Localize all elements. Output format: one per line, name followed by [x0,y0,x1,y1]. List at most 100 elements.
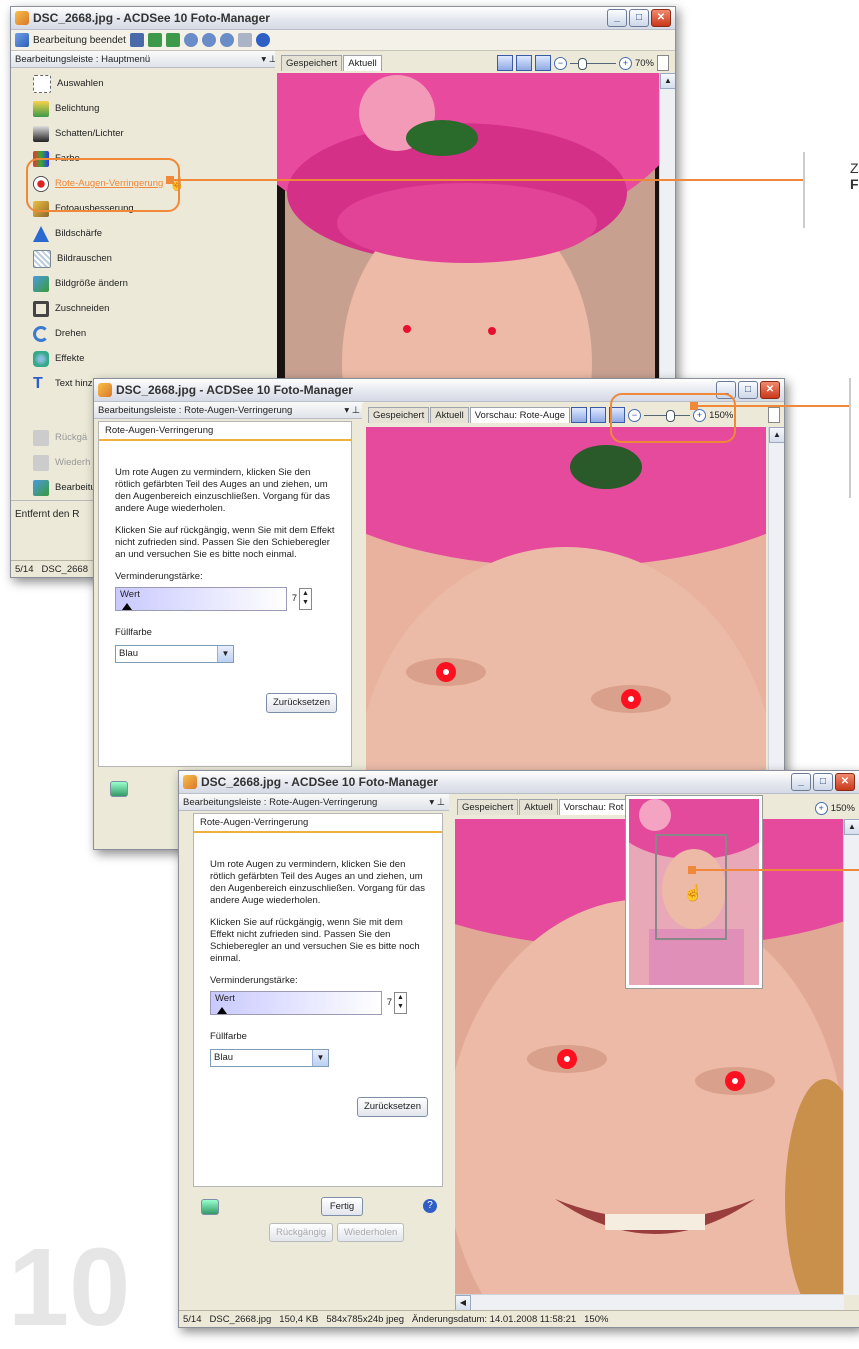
close-button[interactable]: ✕ [651,9,671,27]
zoom-in-icon[interactable]: + [618,56,632,70]
fit-image-icon[interactable] [515,55,532,71]
callout-marker [688,866,696,874]
save-icon[interactable] [129,33,144,47]
fit-width-icon[interactable] [534,55,551,71]
image-tabs: Gespeichert Aktuell − + 70% [275,51,675,71]
tab-current[interactable]: Aktuell [343,55,382,71]
menu-item-bildrauschen[interactable]: Bildrauschen [11,246,273,271]
finish-edit-icon [15,33,29,47]
strength-slider[interactable]: Wert [210,991,382,1015]
title-bar[interactable]: DSC_2668.jpg - ACDSee 10 Foto-Manager _ … [179,771,859,794]
red-eye-panel: Rote-Augen-Verringerung Um rote Augen zu… [98,421,352,767]
horizontal-scrollbar[interactable]: ◀ [455,1294,844,1311]
menu-item-schatten[interactable]: Schatten/Lichter [11,121,273,146]
tab-saved[interactable]: Gespeichert [281,55,343,71]
tab-current[interactable]: Aktuell [519,799,558,815]
crop-icon [33,300,49,317]
scroll-up-icon[interactable]: ▲ [844,819,859,835]
callout-line [698,405,850,407]
chevron-down-icon[interactable]: ▼ [312,1050,328,1066]
menu-item-drehen[interactable]: Drehen [11,321,273,346]
strength-value[interactable]: 7 [287,593,297,605]
menu-item-effekte[interactable]: Effekte [11,346,273,371]
strength-slider[interactable]: Wert [115,587,287,611]
undo-button[interactable]: Rückgängig [269,1223,334,1242]
redo-button[interactable]: Wiederholen [337,1223,405,1242]
vertical-scrollbar[interactable]: ▲ [843,819,859,1295]
footer-hint: Entfernt den R [11,500,101,528]
zoom-slider-handle[interactable] [577,57,587,70]
tab-preview[interactable]: Vorschau: Rot [558,799,629,815]
tab-preview[interactable]: Vorschau: Rote-Auge [469,407,571,423]
panel-menu-icon[interactable]: ▾ ⊥ [429,797,445,808]
reset-button[interactable]: Zurücksetzen [356,1097,428,1117]
strength-slider-handle[interactable] [217,1007,227,1014]
done-button[interactable]: Fertig [321,1197,363,1216]
prev-image-icon[interactable] [147,33,162,47]
hand-cursor-icon: ☝ [683,885,703,902]
chevron-down-icon[interactable]: ▼ [217,646,233,662]
title-bar[interactable]: DSC_2668.jpg - ACDSee 10 Foto-Manager _ … [11,7,675,30]
maximize-button[interactable]: □ [813,773,833,791]
red-eye-panel: Rote-Augen-Verringerung Um rote Augen zu… [193,813,443,1187]
maximize-button[interactable]: □ [629,9,649,27]
help-icon[interactable]: ? [423,1199,437,1213]
zoom-out-icon[interactable]: − [553,56,567,70]
strength-label: Verminderungstärke: [115,571,203,582]
zoom-dropdown-icon[interactable] [768,407,780,423]
fit-image-icon[interactable] [590,407,607,423]
strength-slider-label: Wert [120,589,140,600]
menu-item-label: Schatten/Lichter [55,128,124,139]
menu-item-bildschaerfe[interactable]: Bildschärfe [11,221,273,246]
callout-line [174,179,804,181]
zoom-dropdown-icon[interactable] [657,55,669,71]
menu-item-bildgroesse[interactable]: Bildgröße ändern [11,271,273,296]
close-button[interactable]: ✕ [835,773,855,791]
zoom-level: 150% [830,803,855,814]
zoom-in-icon[interactable] [183,33,198,47]
finish-edit-button[interactable]: Bearbeitung beendet [33,35,126,46]
help-icon[interactable] [255,33,270,47]
zoom-out-icon[interactable] [201,33,216,47]
actual-size-icon[interactable] [496,55,513,71]
minimize-button[interactable]: _ [607,9,627,27]
minimize-button[interactable]: _ [791,773,811,791]
strength-spinner-icon[interactable]: ▲ ▼ [394,992,407,1014]
menu-item-belichtung[interactable]: Belichtung [11,96,273,121]
strength-spinner-icon[interactable]: ▲ ▼ [299,588,312,610]
print-icon[interactable] [237,33,252,47]
menu-item-zuschneiden[interactable]: Zuschneiden [11,296,273,321]
scroll-up-icon[interactable]: ▲ [769,427,784,443]
status-filename: DSC_2668.jpg [209,1313,272,1325]
close-button[interactable]: ✕ [760,381,780,399]
slideshow-icon[interactable] [201,1199,219,1215]
reset-button[interactable]: Zurücksetzen [265,693,337,713]
status-filesize: 150,4 KB [279,1313,319,1325]
fill-color-value: Blau [119,648,139,659]
edit-mode-item[interactable]: Bearbeitu [11,475,101,500]
scroll-left-icon[interactable]: ◀ [455,1295,471,1311]
menu-item-auswahlen[interactable]: Auswahlen [11,71,273,96]
strength-value[interactable]: 7 [382,997,392,1009]
scroll-up-icon[interactable]: ▲ [660,73,675,89]
undo-item[interactable]: Rückgä [11,425,101,450]
zoom-in-icon[interactable]: + [814,802,828,815]
zoom-slider[interactable] [569,57,616,70]
tab-saved[interactable]: Gespeichert [368,407,430,423]
noise-icon [33,249,51,268]
next-image-icon[interactable] [165,33,180,47]
panel-menu-icon[interactable]: ▾ ⊥ [344,405,360,416]
instructions-text-1: Um rote Augen zu vermindern, klicken Sie… [210,859,425,906]
selection-icon [33,74,51,93]
fill-color-select[interactable]: Blau ▼ [115,645,234,663]
zoom-menu-icon[interactable] [219,33,234,47]
tab-saved[interactable]: Gespeichert [457,799,519,815]
edit-panel-header: Bearbeitungsleiste : Hauptmenü ▾ ⊥ [11,51,281,68]
actual-size-icon[interactable] [571,407,588,423]
maximize-button[interactable]: □ [738,381,758,399]
slideshow-icon[interactable] [110,781,128,797]
redo-item[interactable]: Wiederh [11,450,101,475]
tab-current[interactable]: Aktuell [430,407,469,423]
strength-slider-handle[interactable] [122,603,132,610]
fill-color-select[interactable]: Blau ▼ [210,1049,329,1067]
